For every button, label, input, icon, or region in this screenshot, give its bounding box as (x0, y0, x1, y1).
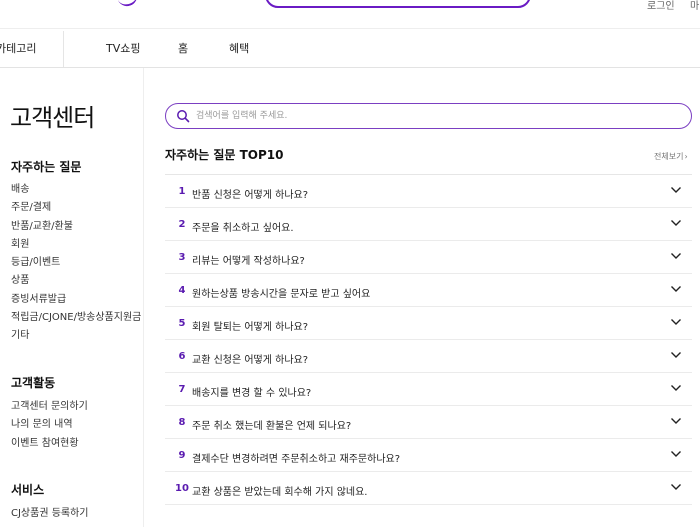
sidebar-group-title-service: 서비스 (11, 483, 45, 497)
sidebar-item-event-participation[interactable]: 이벤트 참여현황 (11, 435, 88, 453)
sidebar-group-title-faq: 자주하는 질문 (11, 160, 82, 174)
faq-question: 회원 탈퇴는 어떻게 하나요? (192, 322, 309, 333)
faq-question: 배송지를 변경 할 수 있나요? (192, 388, 312, 399)
faq-search-box (165, 103, 692, 129)
chevron-down-icon[interactable] (670, 217, 682, 229)
faq-item[interactable]: 7 배송지를 변경 할 수 있나요? (165, 373, 692, 406)
sidebar: 고객센터 자주하는 질문 배송 주문/결제 반품/교환/환불 회원 등급/이벤트… (0, 68, 144, 527)
sidebar-item-return-exchange-refund[interactable]: 반품/교환/환불 (11, 218, 141, 236)
nav-divider (63, 31, 64, 67)
chevron-down-icon[interactable] (670, 184, 682, 196)
sidebar-group-title-activity: 고객활동 (11, 376, 56, 390)
sidebar-item-my-inquiries[interactable]: 나의 문의 내역 (11, 416, 88, 434)
search-icon[interactable] (176, 109, 190, 123)
faq-number: 9 (178, 450, 186, 461)
sidebar-faq-list: 배송 주문/결제 반품/교환/환불 회원 등급/이벤트 상품 증빙서류발급 적립… (11, 181, 141, 346)
faq-section-title: 자주하는 질문 TOP10 (165, 148, 284, 162)
top-header: 로그인 마 (0, 0, 700, 28)
faq-question: 반품 신청은 어떻게 하나요? (192, 190, 309, 201)
nav-item-home[interactable]: 홈 (178, 40, 188, 56)
faq-item[interactable]: 5 회원 탈퇴는 어떻게 하나요? (165, 307, 692, 340)
sidebar-item-contact[interactable]: 고객센터 문의하기 (11, 398, 88, 416)
faq-item[interactable]: 4 원하는상품 방송시간을 문자로 받고 싶어요 (165, 274, 692, 307)
faq-number: 2 (178, 219, 186, 230)
chevron-down-icon[interactable] (670, 448, 682, 460)
search-input[interactable] (196, 108, 676, 124)
chevron-down-icon[interactable] (670, 415, 682, 427)
faq-number: 4 (178, 285, 186, 296)
global-nav: 카테고리 TV쇼핑 홈 혜택 (0, 28, 700, 68)
sidebar-item-points[interactable]: 적립금/CJONE/방송상품지원금 (11, 309, 141, 327)
chevron-down-icon[interactable] (670, 283, 682, 295)
faq-number: 3 (178, 252, 186, 263)
chevron-down-icon[interactable] (670, 481, 682, 493)
sidebar-item-member[interactable]: 회원 (11, 236, 141, 254)
chevron-down-icon[interactable] (670, 349, 682, 361)
sidebar-item-etc[interactable]: 기타 (11, 327, 141, 345)
faq-question: 원하는상품 방송시간을 문자로 받고 싶어요 (192, 289, 371, 300)
faq-number: 5 (178, 318, 186, 329)
view-all-label: 전체보기 (654, 152, 684, 161)
faq-number: 10 (175, 483, 189, 494)
login-link[interactable]: 로그인 (647, 0, 675, 12)
faq-item[interactable]: 8 주문 취소 했는데 환불은 언제 되나요? (165, 406, 692, 439)
faq-item[interactable]: 9 결제수단 변경하려면 주문취소하고 재주문하나요? (165, 439, 692, 472)
chevron-right-icon: › (684, 152, 688, 161)
faq-item[interactable]: 10 교환 상품은 받았는데 회수해 가지 않네요. (165, 472, 692, 505)
faq-question: 결제수단 변경하려면 주문취소하고 재주문하나요? (192, 454, 401, 465)
faq-item[interactable]: 3 리뷰는 어떻게 작성하나요? (165, 241, 692, 274)
chevron-down-icon[interactable] (670, 382, 682, 394)
header-more-link[interactable]: 마 (690, 0, 699, 12)
faq-number: 1 (178, 186, 186, 197)
faq-question: 교환 신청은 어떻게 하나요? (192, 355, 309, 366)
chevron-down-icon[interactable] (670, 250, 682, 262)
faq-item[interactable]: 6 교환 신청은 어떻게 하나요? (165, 340, 692, 373)
faq-list: 1 반품 신청은 어떻게 하나요? 2 주문을 취소하고 싶어요. 3 리뷰는 … (165, 174, 692, 505)
sidebar-item-gift-card[interactable]: CJ상품권 등록하기 (11, 505, 89, 523)
page-title: 고객센터 (10, 104, 95, 132)
top-search-bar[interactable] (265, 0, 531, 8)
sidebar-activity-list: 고객센터 문의하기 나의 문의 내역 이벤트 참여현황 (11, 398, 88, 453)
sidebar-item-documents[interactable]: 증빙서류발급 (11, 291, 141, 309)
brand-logo[interactable] (116, 0, 140, 9)
faq-number: 8 (178, 417, 186, 428)
faq-question: 주문을 취소하고 싶어요. (192, 223, 294, 234)
sidebar-item-delivery[interactable]: 배송 (11, 181, 141, 199)
faq-question: 교환 상품은 받았는데 회수해 가지 않네요. (192, 487, 368, 498)
nav-item-benefits[interactable]: 혜택 (229, 40, 249, 56)
sidebar-item-order-payment[interactable]: 주문/결제 (11, 199, 141, 217)
faq-item[interactable]: 2 주문을 취소하고 싶어요. (165, 208, 692, 241)
faq-question: 주문 취소 했는데 환불은 언제 되나요? (192, 421, 352, 432)
sidebar-item-grade-event[interactable]: 등급/이벤트 (11, 254, 141, 272)
faq-question: 리뷰는 어떻게 작성하나요? (192, 256, 305, 267)
faq-number: 7 (178, 384, 186, 395)
sidebar-service-list: CJ상품권 등록하기 (11, 505, 89, 523)
sidebar-item-product[interactable]: 상품 (11, 272, 141, 290)
faq-number: 6 (178, 351, 186, 362)
view-all-link[interactable]: 전체보기› (654, 151, 688, 162)
chevron-down-icon[interactable] (670, 316, 682, 328)
category-menu[interactable]: 카테고리 (0, 40, 36, 56)
nav-item-tv-shopping[interactable]: TV쇼핑 (106, 40, 140, 56)
faq-item[interactable]: 1 반품 신청은 어떻게 하나요? (165, 175, 692, 208)
